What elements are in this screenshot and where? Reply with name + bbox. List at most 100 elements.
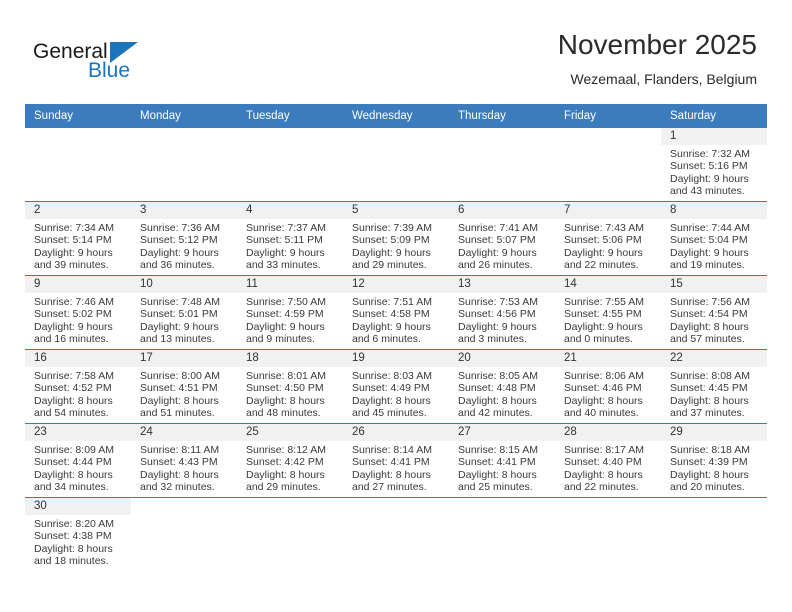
calendar-day-cell[interactable]: 6 Sunrise: 7:41 AM Sunset: 5:07 PM Daylight…: [449, 201, 555, 276]
calendar-day-cell[interactable]: 28 Sunrise: 8:17 AM Sunset: 4:40 PM Dayligh…: [555, 423, 661, 498]
day-number: 27: [449, 424, 555, 441]
calendar-day-cell[interactable]: 7 Sunrise: 7:43 AM Sunset: 5:06 PM Daylight…: [555, 201, 661, 276]
day-info-daylight2: and 34 minutes.: [34, 481, 109, 494]
day-cell-inner: 21 Sunrise: 8:06 AM Sunset: 4:46 PM Dayligh…: [555, 350, 661, 423]
day-info-daylight2: and 19 minutes.: [670, 259, 745, 272]
day-info-sunrise: Sunrise: 8:09 AM: [34, 444, 114, 456]
day-info-sunset: Sunset: 4:38 PM: [34, 530, 112, 543]
day-number: [449, 498, 555, 515]
day-number: [449, 128, 555, 145]
calendar-day-cell[interactable]: 20 Sunrise: 8:05 AM Sunset: 4:48 PM Dayligh…: [449, 349, 555, 424]
calendar-day-cell[interactable]: 1 Sunrise: 7:32 AM Sunset: 5:16 PM Daylight…: [661, 128, 767, 202]
calendar-day-cell[interactable]: 30 Sunrise: 8:20 AM Sunset: 4:38 PM Dayligh…: [25, 497, 131, 571]
day-info-daylight2: and 33 minutes.: [246, 259, 321, 272]
day-info-daylight2: and 6 minutes.: [352, 333, 421, 346]
day-info: Sunrise: 8:18 AM Sunset: 4:39 PM Daylight:…: [661, 441, 767, 494]
day-cell-inner: 19 Sunrise: 8:03 AM Sunset: 4:49 PM Dayligh…: [343, 350, 449, 423]
day-info-sunset: Sunset: 4:49 PM: [352, 382, 430, 395]
day-number: [131, 128, 237, 145]
calendar-day-cell[interactable]: 18 Sunrise: 8:01 AM Sunset: 4:50 PM Dayligh…: [237, 349, 343, 424]
calendar-day-cell[interactable]: 21 Sunrise: 8:06 AM Sunset: 4:46 PM Dayligh…: [555, 349, 661, 424]
day-info-sunrise: Sunrise: 7:58 AM: [34, 370, 114, 382]
day-number: 23: [25, 424, 131, 441]
day-info-sunset: Sunset: 5:11 PM: [246, 234, 323, 247]
day-info: Sunrise: 7:50 AM Sunset: 4:59 PM Daylight:…: [237, 293, 343, 346]
calendar-day-cell[interactable]: 4 Sunrise: 7:37 AM Sunset: 5:11 PM Daylight…: [237, 201, 343, 276]
calendar-day-cell[interactable]: 29 Sunrise: 8:18 AM Sunset: 4:39 PM Dayligh…: [661, 423, 767, 498]
day-number: 9: [25, 276, 131, 293]
calendar-day-cell[interactable]: 3 Sunrise: 7:36 AM Sunset: 5:12 PM Daylight…: [131, 201, 237, 276]
calendar-day-cell[interactable]: 26 Sunrise: 8:14 AM Sunset: 4:41 PM Dayligh…: [343, 423, 449, 498]
calendar-day-cell[interactable]: 27 Sunrise: 8:15 AM Sunset: 4:41 PM Dayligh…: [449, 423, 555, 498]
day-number: [237, 498, 343, 515]
day-number: [555, 128, 661, 145]
day-info: Sunrise: 8:06 AM Sunset: 4:46 PM Daylight:…: [555, 367, 661, 420]
day-info-daylight1: Daylight: 9 hours: [246, 320, 325, 333]
day-info-daylight1: Daylight: 8 hours: [34, 468, 113, 481]
column-header-thursday: Thursday: [449, 104, 555, 128]
day-info: Sunrise: 8:15 AM Sunset: 4:41 PM Daylight:…: [449, 441, 555, 494]
day-cell-inner: [449, 128, 555, 201]
calendar-day-cell[interactable]: 14 Sunrise: 7:55 AM Sunset: 4:55 PM Dayligh…: [555, 275, 661, 350]
calendar-day-cell[interactable]: 23 Sunrise: 8:09 AM Sunset: 4:44 PM Dayligh…: [25, 423, 131, 498]
day-info-sunrise: Sunrise: 8:08 AM: [670, 370, 750, 382]
day-number: [343, 498, 449, 515]
calendar-day-cell[interactable]: 2 Sunrise: 7:34 AM Sunset: 5:14 PM Daylight…: [25, 201, 131, 276]
day-info: Sunrise: 7:55 AM Sunset: 4:55 PM Daylight:…: [555, 293, 661, 346]
day-info-daylight2: and 20 minutes.: [670, 481, 745, 494]
calendar-day-cell[interactable]: 16 Sunrise: 7:58 AM Sunset: 4:52 PM Dayligh…: [25, 349, 131, 424]
day-number: 18: [237, 350, 343, 367]
sunrise-sunset-calendar: Sunday Monday Tuesday Wednesday Thursday…: [25, 104, 767, 571]
day-info: Sunrise: 7:58 AM Sunset: 4:52 PM Daylight:…: [25, 367, 131, 420]
day-cell-inner: 4 Sunrise: 7:37 AM Sunset: 5:11 PM Daylight…: [237, 202, 343, 275]
day-number: 20: [449, 350, 555, 367]
day-info-sunset: Sunset: 5:02 PM: [34, 308, 112, 321]
day-info-daylight2: and 22 minutes.: [564, 481, 639, 494]
day-info-sunset: Sunset: 4:41 PM: [458, 456, 536, 469]
day-number: 14: [555, 276, 661, 293]
day-info-sunset: Sunset: 4:45 PM: [670, 382, 748, 395]
calendar-day-cell[interactable]: 22 Sunrise: 8:08 AM Sunset: 4:45 PM Dayligh…: [661, 349, 767, 424]
column-header-friday: Friday: [555, 104, 661, 128]
day-info-daylight2: and 9 minutes.: [246, 333, 315, 346]
calendar-week-row: 9 Sunrise: 7:46 AM Sunset: 5:02 PM Daylight…: [25, 275, 767, 350]
day-info-daylight2: and 13 minutes.: [140, 333, 215, 346]
calendar-day-cell[interactable]: 12 Sunrise: 7:51 AM Sunset: 4:58 PM Dayligh…: [343, 275, 449, 350]
day-info-daylight1: Daylight: 8 hours: [564, 468, 643, 481]
day-info-sunset: Sunset: 4:44 PM: [34, 456, 112, 469]
day-info-sunrise: Sunrise: 8:20 AM: [34, 518, 114, 530]
calendar-day-cell[interactable]: 8 Sunrise: 7:44 AM Sunset: 5:04 PM Daylight…: [661, 201, 767, 276]
day-info-sunrise: Sunrise: 8:17 AM: [564, 444, 644, 456]
day-info-daylight1: Daylight: 8 hours: [34, 542, 113, 555]
calendar-day-cell[interactable]: 17 Sunrise: 8:00 AM Sunset: 4:51 PM Dayligh…: [131, 349, 237, 424]
day-cell-inner: 29 Sunrise: 8:18 AM Sunset: 4:39 PM Dayligh…: [661, 424, 767, 497]
calendar-cell-empty: [343, 128, 449, 202]
day-info: Sunrise: 8:03 AM Sunset: 4:49 PM Daylight:…: [343, 367, 449, 420]
day-info-sunset: Sunset: 4:41 PM: [352, 456, 430, 469]
calendar-day-cell[interactable]: 13 Sunrise: 7:53 AM Sunset: 4:56 PM Dayligh…: [449, 275, 555, 350]
day-number: 1: [661, 128, 767, 145]
calendar-day-cell[interactable]: 10 Sunrise: 7:48 AM Sunset: 5:01 PM Dayligh…: [131, 275, 237, 350]
day-number: 26: [343, 424, 449, 441]
day-cell-inner: 10 Sunrise: 7:48 AM Sunset: 5:01 PM Dayligh…: [131, 276, 237, 349]
day-info-daylight2: and 54 minutes.: [34, 407, 109, 420]
calendar-day-cell[interactable]: 15 Sunrise: 7:56 AM Sunset: 4:54 PM Dayligh…: [661, 275, 767, 350]
calendar-day-cell[interactable]: 25 Sunrise: 8:12 AM Sunset: 4:42 PM Dayligh…: [237, 423, 343, 498]
calendar-day-cell[interactable]: 5 Sunrise: 7:39 AM Sunset: 5:09 PM Daylight…: [343, 201, 449, 276]
calendar-day-cell[interactable]: 11 Sunrise: 7:50 AM Sunset: 4:59 PM Dayligh…: [237, 275, 343, 350]
calendar-day-cell[interactable]: 9 Sunrise: 7:46 AM Sunset: 5:02 PM Daylight…: [25, 275, 131, 350]
calendar-day-cell[interactable]: 19 Sunrise: 8:03 AM Sunset: 4:49 PM Dayligh…: [343, 349, 449, 424]
day-info-daylight1: Daylight: 9 hours: [670, 246, 749, 259]
day-cell-inner: 9 Sunrise: 7:46 AM Sunset: 5:02 PM Daylight…: [25, 276, 131, 349]
day-info-daylight1: Daylight: 8 hours: [670, 394, 749, 407]
day-info-sunset: Sunset: 5:01 PM: [140, 308, 218, 321]
calendar-cell-empty: [131, 497, 237, 571]
calendar-day-cell[interactable]: 24 Sunrise: 8:11 AM Sunset: 4:43 PM Dayligh…: [131, 423, 237, 498]
day-info-daylight2: and 48 minutes.: [246, 407, 321, 420]
day-number: 2: [25, 202, 131, 219]
day-info-daylight1: Daylight: 8 hours: [246, 394, 325, 407]
day-info-daylight2: and 0 minutes.: [564, 333, 633, 346]
day-info: Sunrise: 7:51 AM Sunset: 4:58 PM Daylight:…: [343, 293, 449, 346]
day-info-daylight1: Daylight: 9 hours: [352, 246, 431, 259]
day-cell-inner: 15 Sunrise: 7:56 AM Sunset: 4:54 PM Dayligh…: [661, 276, 767, 349]
